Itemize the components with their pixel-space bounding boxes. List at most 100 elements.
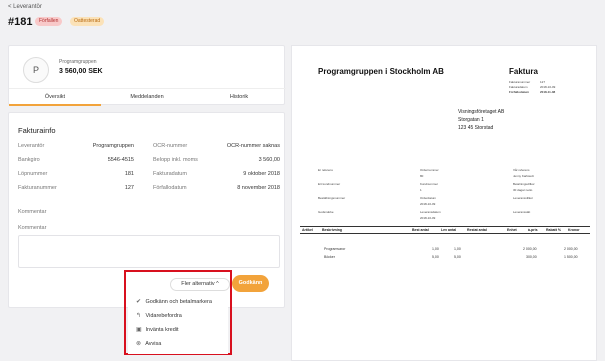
small-value: 80: [420, 174, 424, 178]
approve-button[interactable]: Godkänn: [232, 275, 269, 292]
menu-item-await-credit[interactable]: ▣ Invänta kredit: [136, 324, 179, 336]
col-header: à-pris: [528, 228, 538, 232]
small-label: Orderdatum: [420, 196, 437, 200]
meta-key: Förfallodatum: [509, 90, 529, 94]
document-table-header: Artikel Beskrivning Best antal Lev antal…: [300, 226, 590, 234]
info-value: 181: [124, 171, 134, 177]
row-apris: 2 000,00: [523, 247, 537, 251]
info-key: Leverantör: [18, 143, 45, 149]
status-badge-overdue: Förfallen: [35, 17, 63, 26]
tab-bar: Översikt Meddelanden Historik: [9, 88, 286, 106]
small-label: Leveranssätt: [513, 210, 531, 214]
invoice-document: Programgruppen i Stockholm AB Faktura Fa…: [291, 45, 597, 361]
info-value: 5546-4515: [107, 157, 134, 163]
info-key: Belopp inkl. moms: [153, 157, 198, 163]
row-lev: 5,00: [454, 255, 461, 259]
status-badge-unapproved: Oattesterad: [70, 17, 105, 26]
col-header: Restat antal: [467, 228, 487, 232]
info-row: Leverantör Programgruppen OCR-nummer OCR…: [18, 143, 280, 153]
info-row: Löpnummer 181 Fakturadatum 9 oktober 201…: [18, 171, 280, 181]
recipient-line: Visningsföretaget AB: [458, 109, 505, 115]
info-key: OCR-nummer: [153, 143, 188, 149]
double-check-icon: ✔: [136, 299, 142, 305]
col-header: Best antal: [412, 228, 429, 232]
info-row: Bankgiro 5546-4515 Belopp inkl. moms 3 5…: [18, 157, 280, 167]
recipient-line: 123 45 Storstad: [458, 125, 494, 131]
meta-value: 2018-10-09: [540, 85, 556, 89]
menu-item-label: Godkänn och betalmarkera: [145, 299, 212, 305]
tab-messages[interactable]: Meddelanden: [101, 89, 193, 106]
credit-icon: ▣: [136, 327, 142, 333]
info-value: Programgruppen: [92, 143, 134, 149]
small-label: Vår referens: [513, 168, 530, 172]
small-value: 30 dagar netto: [513, 188, 533, 192]
meta-key: Fakturanummer: [509, 80, 531, 84]
menu-item-label: Invänta kredit: [145, 327, 179, 333]
meta-key: Fakturadatum: [509, 85, 528, 89]
small-value: Jenny Karlstedt: [513, 174, 534, 178]
col-header: Lev antal: [441, 228, 457, 232]
comment-input[interactable]: [18, 235, 280, 268]
info-key: Förfallodatum: [153, 185, 187, 191]
menu-item-reject[interactable]: ⊗ Avvisa: [136, 338, 161, 350]
info-key: Fakturanummer: [18, 185, 57, 191]
menu-item-forward[interactable]: ↰ Vidarebefordra: [136, 310, 182, 322]
info-value: 9 oktober 2018: [243, 171, 280, 177]
meta-value: 2018-11-08: [540, 90, 556, 94]
small-label: Er referens: [318, 168, 333, 172]
small-label: Godsmärke: [318, 210, 334, 214]
menu-item-label: Avvisa: [145, 341, 162, 347]
small-label: Kundnummer: [420, 182, 439, 186]
small-label: Ert kundnummer: [318, 182, 341, 186]
small-label: Leveransdatum: [420, 210, 441, 214]
back-link[interactable]: < Leverantör: [8, 4, 42, 10]
comment-label: Kommentar: [18, 209, 47, 215]
info-key: Bankgiro: [18, 157, 40, 163]
tab-history[interactable]: Historik: [193, 89, 285, 106]
col-header: Kronor: [568, 228, 580, 232]
top-bar: < Leverantör #181 Förfallen Oattesterad: [0, 0, 605, 40]
invoice-number: #181: [8, 16, 33, 28]
avatar: P: [23, 57, 49, 83]
small-label: Beställningsnummer: [318, 196, 346, 200]
info-key: Fakturadatum: [153, 171, 187, 177]
col-header: Enhet: [507, 228, 517, 232]
more-options-menu: ✔ Godkänn och betalmarkera ↰ Vidarebefor…: [128, 294, 228, 354]
supplier-amount: 3 560,00 SEK: [59, 68, 103, 75]
col-header: Beskrivning: [322, 228, 343, 232]
row-kronor: 1 500,00: [564, 255, 578, 259]
row-desc: Böcker: [324, 255, 335, 259]
forward-icon: ↰: [136, 313, 142, 319]
row-apris: 300,00: [526, 255, 537, 259]
small-label: Ordernummer: [420, 168, 439, 172]
small-value: 2018-10-09: [420, 202, 436, 206]
info-row: Fakturanummer 127 Förfallodatum 8 novemb…: [18, 185, 280, 195]
row-kronor: 2 000,00: [564, 247, 578, 251]
col-header: Artikel: [302, 228, 313, 232]
supplier-name: Programgruppen: [59, 59, 97, 65]
comment-field-label: Kommentar: [18, 225, 47, 231]
small-value: 2018-10-09: [420, 216, 436, 220]
menu-item-approve-and-pay[interactable]: ✔ Godkänn och betalmarkera: [136, 296, 212, 308]
small-value: 1: [420, 188, 422, 192]
document-company: Programgruppen i Stockholm AB: [318, 67, 444, 76]
row-lev: 1,00: [454, 247, 461, 251]
menu-item-label: Vidarebefordra: [145, 313, 182, 319]
document-title: Faktura: [509, 67, 538, 76]
info-value: 8 november 2018: [237, 185, 280, 191]
info-key: Löpnummer: [18, 171, 48, 177]
recipient-line: Storgatan 1: [458, 117, 484, 123]
info-value: OCR-nummer saknas: [226, 143, 280, 149]
row-best: 5,00: [432, 255, 439, 259]
small-label: Betalningsvillkor: [513, 182, 535, 186]
row-best: 1,00: [432, 247, 439, 251]
info-value: 3 560,00: [258, 157, 280, 163]
reject-icon: ⊗: [136, 341, 142, 347]
col-header: Rabatt %: [546, 228, 561, 232]
section-title: Fakturainfo: [18, 126, 56, 135]
row-desc: Programvaror: [324, 247, 346, 251]
tab-overview[interactable]: Översikt: [9, 89, 101, 106]
small-label: Leveransvillkor: [513, 196, 534, 200]
info-value: 127: [124, 185, 134, 191]
supplier-card: P Programgruppen 3 560,00 SEK Översikt M…: [8, 45, 286, 106]
